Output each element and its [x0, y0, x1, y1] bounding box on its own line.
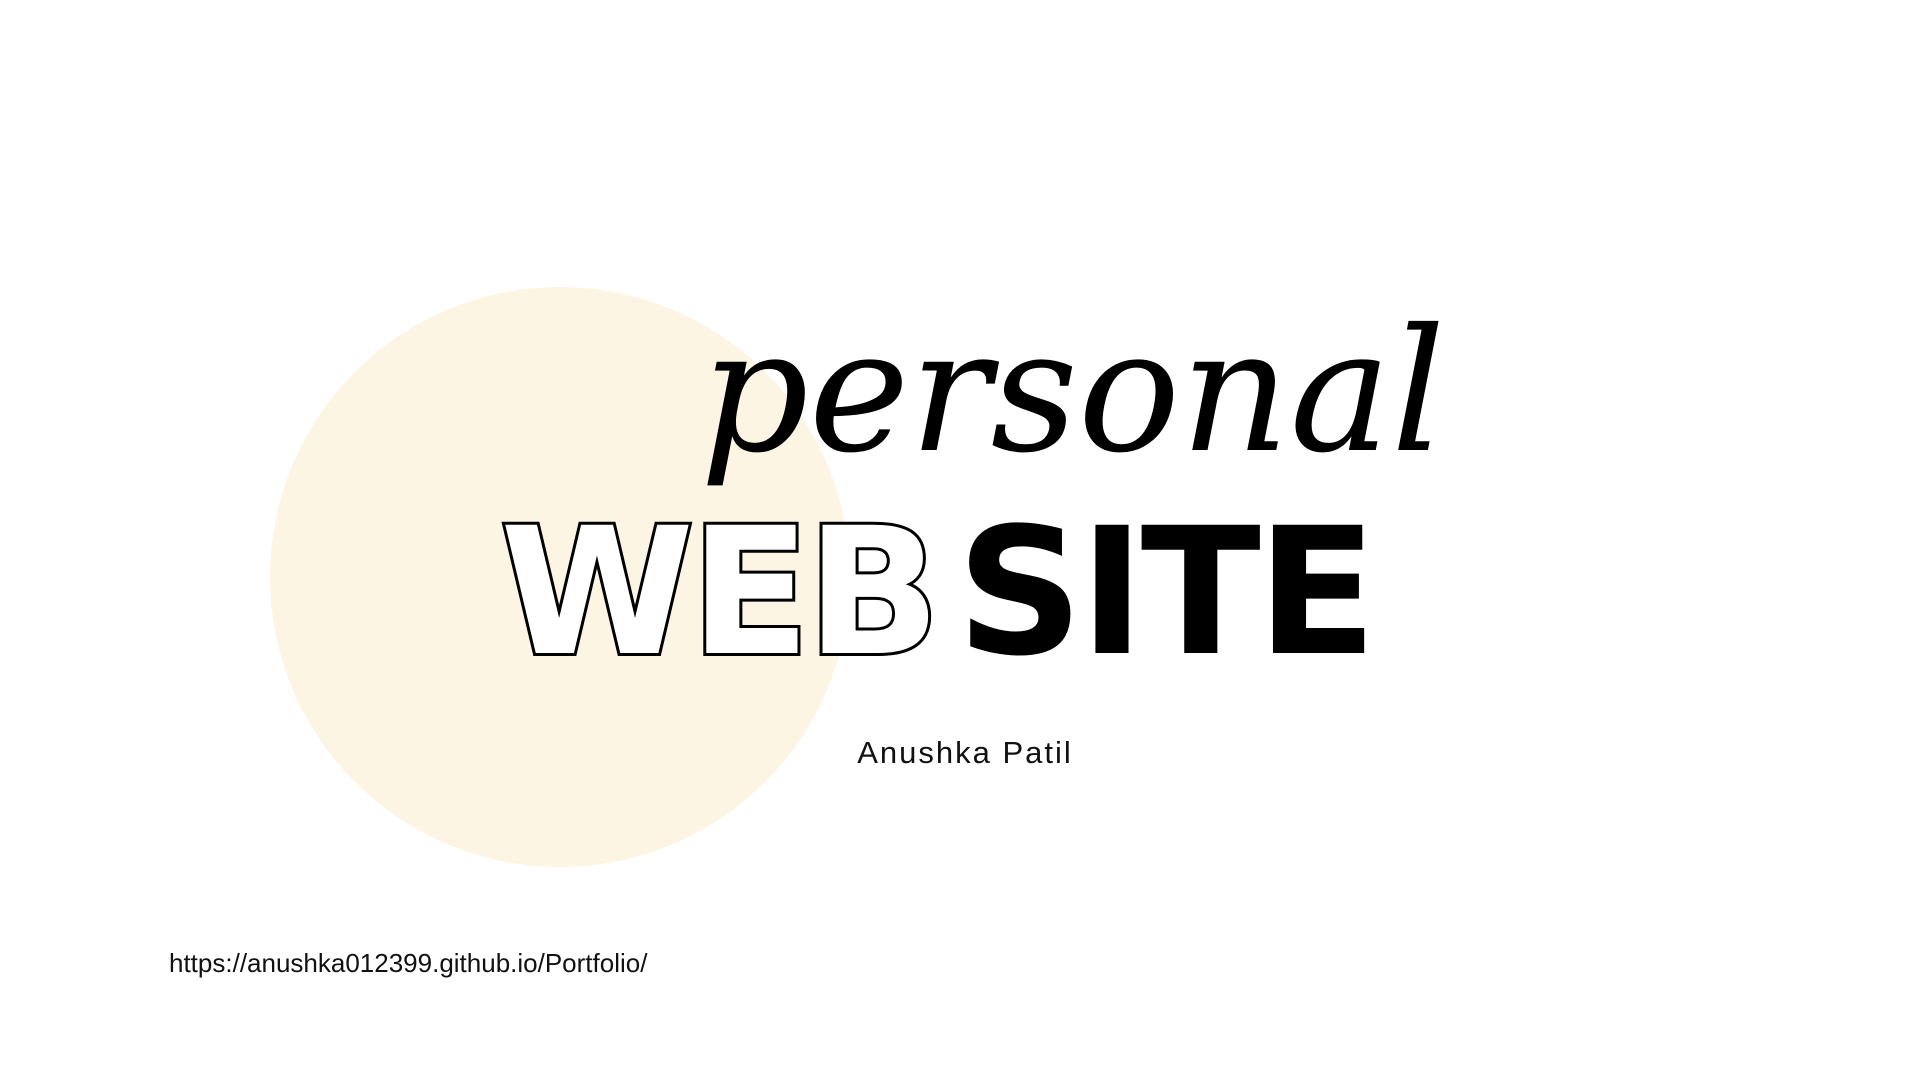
- portfolio-link[interactable]: https://anushka012399.github.io/Portfoli…: [169, 948, 647, 979]
- script-heading-text: personal: [700, 293, 1446, 491]
- title-solid-word: SITE: [956, 490, 1378, 695]
- title-slide: personal WEB SITE Anushka Patil https://…: [0, 0, 1920, 1080]
- main-title: WEB SITE: [497, 490, 1378, 695]
- title-outline-word: WEB: [497, 490, 944, 695]
- author-name: Anushka Patil: [857, 735, 1073, 770]
